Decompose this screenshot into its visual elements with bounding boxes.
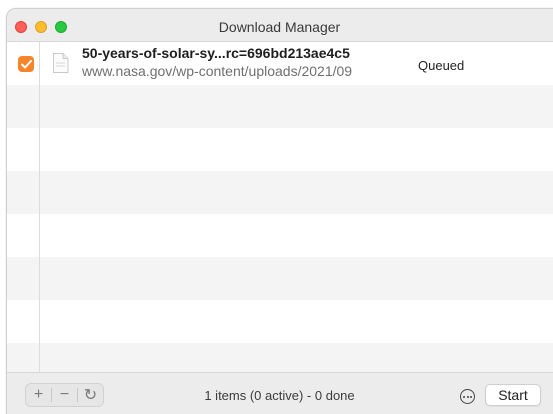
bottom-toolbar: + − ↻ 1 items (0 active) - 0 done Start (7, 372, 553, 414)
download-manager-window: Download Manager 50-years-of-solar-sy...… (6, 8, 553, 414)
list-stripe (7, 85, 553, 128)
ellipsis-circle-icon[interactable] (460, 389, 475, 404)
list-stripe (7, 214, 553, 257)
list-stripe (7, 171, 553, 214)
download-checkbox[interactable] (18, 56, 34, 72)
downloads-list: 50-years-of-solar-sy...rc=696bd213ae4c5 … (7, 42, 553, 372)
download-filename: 50-years-of-solar-sy...rc=696bd213ae4c5 (82, 45, 350, 61)
title-bar: Download Manager (7, 9, 553, 42)
start-button[interactable]: Start (485, 384, 541, 406)
download-row[interactable]: 50-years-of-solar-sy...rc=696bd213ae4c5 … (7, 42, 553, 85)
column-divider (39, 42, 40, 372)
list-stripe (7, 257, 553, 300)
list-stripe (7, 343, 553, 372)
window-title: Download Manager (218, 19, 341, 35)
checkmark-icon (20, 59, 32, 68)
download-status: Queued (418, 58, 465, 73)
document-icon (53, 53, 69, 73)
list-stripe (7, 128, 553, 171)
list-stripe (7, 300, 553, 343)
download-url: www.nasa.gov/wp-content/uploads/2021/09 (82, 63, 353, 79)
